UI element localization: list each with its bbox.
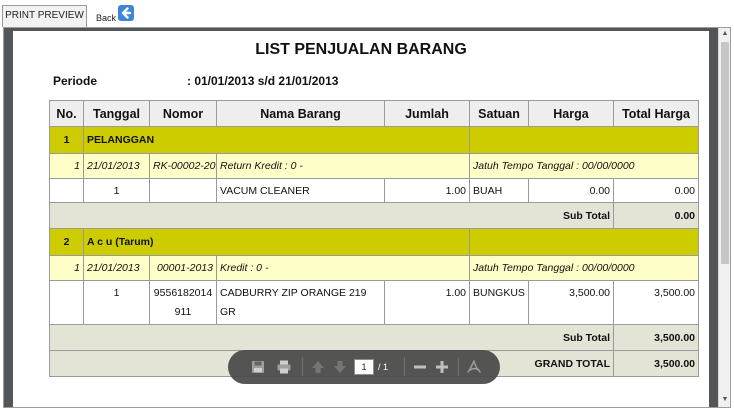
invoice-date: 21/01/2013 [83, 255, 150, 281]
item-qty: 1.00 [384, 280, 470, 325]
item-nomor [149, 178, 217, 203]
page-total: / 1 [378, 362, 389, 372]
col-header-satuan: Satuan [469, 100, 529, 127]
col-header-nomor: Nomor [149, 100, 217, 127]
invoice-due-date: Jatuh Tempo Tanggal : 00/00/0000 [469, 255, 699, 281]
item-price: 0.00 [528, 178, 614, 203]
subtotal-row: Sub Total 0.00 [49, 202, 699, 229]
report-title: LIST PENJUALAN BARANG [255, 41, 467, 58]
table-header-row: No. Tanggal Nomor Nama Barang Jumlah Sat… [49, 100, 699, 127]
tab-print-preview[interactable]: PRINT PREVIEW [2, 5, 87, 27]
periode-label: Periode [53, 74, 98, 88]
invoice-no: 1 [49, 153, 84, 179]
back-arrow-icon[interactable] [118, 5, 134, 21]
scrollbar-thumb[interactable] [721, 42, 729, 264]
group-row: 1 PELANGGAN [49, 126, 699, 154]
col-header-harga: Harga [528, 100, 614, 127]
page-number-input[interactable]: 1 [354, 359, 374, 375]
col-header-jumlah: Jumlah [384, 100, 470, 127]
item-nomor-line1: 9556182014 [153, 287, 213, 299]
item-name-line1: CADBURRY ZIP ORANGE 219 [220, 287, 367, 299]
group-filler [469, 126, 699, 154]
subtotal-label: Sub Total [49, 324, 614, 351]
item-name: CADBURRY ZIP ORANGE 219 GR [216, 280, 385, 325]
invoice-kredit: Kredit : 0 - [216, 255, 470, 281]
invoice-info-row: 1 21/01/2013 RK-00002-2013 Return Kredit… [49, 153, 699, 179]
save-icon[interactable] [250, 359, 266, 375]
group-customer: A c u (Tarum) [83, 228, 470, 256]
group-customer: PELANGGAN [83, 126, 470, 154]
table-row: 1 VACUM CLEANER 1.00 BUAH 0.00 0.00 [49, 178, 699, 203]
group-filler [469, 228, 699, 256]
item-no: 1 [83, 178, 150, 203]
group-row: 2 A c u (Tarum) [49, 228, 699, 256]
invoice-number: RK-00002-2013 [149, 153, 217, 179]
scroll-up-icon[interactable]: ▲ [721, 30, 729, 38]
back-label: Back [96, 13, 117, 23]
vertical-scrollbar[interactable]: ▲ ▼ [718, 28, 730, 407]
periode-value: : 01/01/2013 s/d 21/01/2013 [187, 74, 339, 88]
toolbar-separator [404, 358, 405, 376]
invoice-no: 1 [49, 255, 84, 281]
zoom-in-icon[interactable] [434, 359, 450, 375]
item-qty: 1.00 [384, 178, 470, 203]
group-no: 1 [49, 126, 84, 154]
zoom-out-icon[interactable] [412, 359, 428, 375]
toolbar-separator [458, 358, 459, 376]
sales-table: No. Tanggal Nomor Nama Barang Jumlah Sat… [49, 100, 699, 377]
item-blank [49, 280, 84, 325]
item-name-line2: GR [220, 306, 236, 318]
item-price: 3,500.00 [528, 280, 614, 325]
col-header-nama-barang: Nama Barang [216, 100, 385, 127]
toolbar-separator [302, 358, 303, 376]
invoice-kredit: Return Kredit : 0 - [216, 153, 470, 179]
col-header-tanggal: Tanggal [83, 100, 150, 127]
group-no: 2 [49, 228, 84, 256]
subtotal-value: 0.00 [613, 202, 699, 229]
pdf-floating-toolbar: 1 / 1 [228, 350, 500, 384]
item-unit: BUNGKUS [469, 280, 529, 325]
subtotal-row: Sub Total 3,500.00 [49, 324, 699, 351]
previous-page-icon[interactable] [310, 359, 326, 375]
item-total: 3,500.00 [613, 280, 699, 325]
scroll-down-icon[interactable]: ▼ [721, 396, 729, 404]
table-row: 1 9556182014 911 CADBURRY ZIP ORANGE 219 G… [49, 280, 699, 325]
item-name: VACUM CLEANER [216, 178, 385, 203]
item-no: 1 [83, 280, 150, 325]
col-header-no: No. [49, 100, 84, 127]
subtotal-value: 3,500.00 [613, 324, 699, 351]
next-page-icon[interactable] [332, 359, 348, 375]
invoice-date: 21/01/2013 [83, 153, 150, 179]
top-tab-bar: PRINT PREVIEW Back [0, 0, 734, 27]
pdf-viewer: LIST PENJUALAN BARANG Periode : 01/01/20… [4, 28, 718, 407]
invoice-due-date: Jatuh Tempo Tanggal : 00/00/0000 [469, 153, 699, 179]
invoice-number: 00001-2013 [149, 255, 217, 281]
item-blank [49, 178, 84, 203]
col-header-total-harga: Total Harga [613, 100, 699, 127]
item-unit: BUAH [469, 178, 529, 203]
item-nomor-line2: 911 [174, 306, 192, 318]
print-icon[interactable] [276, 359, 292, 375]
grand-total-value: 3,500.00 [613, 350, 699, 377]
item-total: 0.00 [613, 178, 699, 203]
item-nomor: 9556182014 911 [149, 280, 217, 325]
invoice-info-row: 1 21/01/2013 00001-2013 Kredit : 0 - Jat… [49, 255, 699, 281]
adobe-reader-icon[interactable] [466, 359, 482, 375]
subtotal-label: Sub Total [49, 202, 614, 229]
preview-frame: LIST PENJUALAN BARANG Periode : 01/01/20… [3, 27, 731, 408]
